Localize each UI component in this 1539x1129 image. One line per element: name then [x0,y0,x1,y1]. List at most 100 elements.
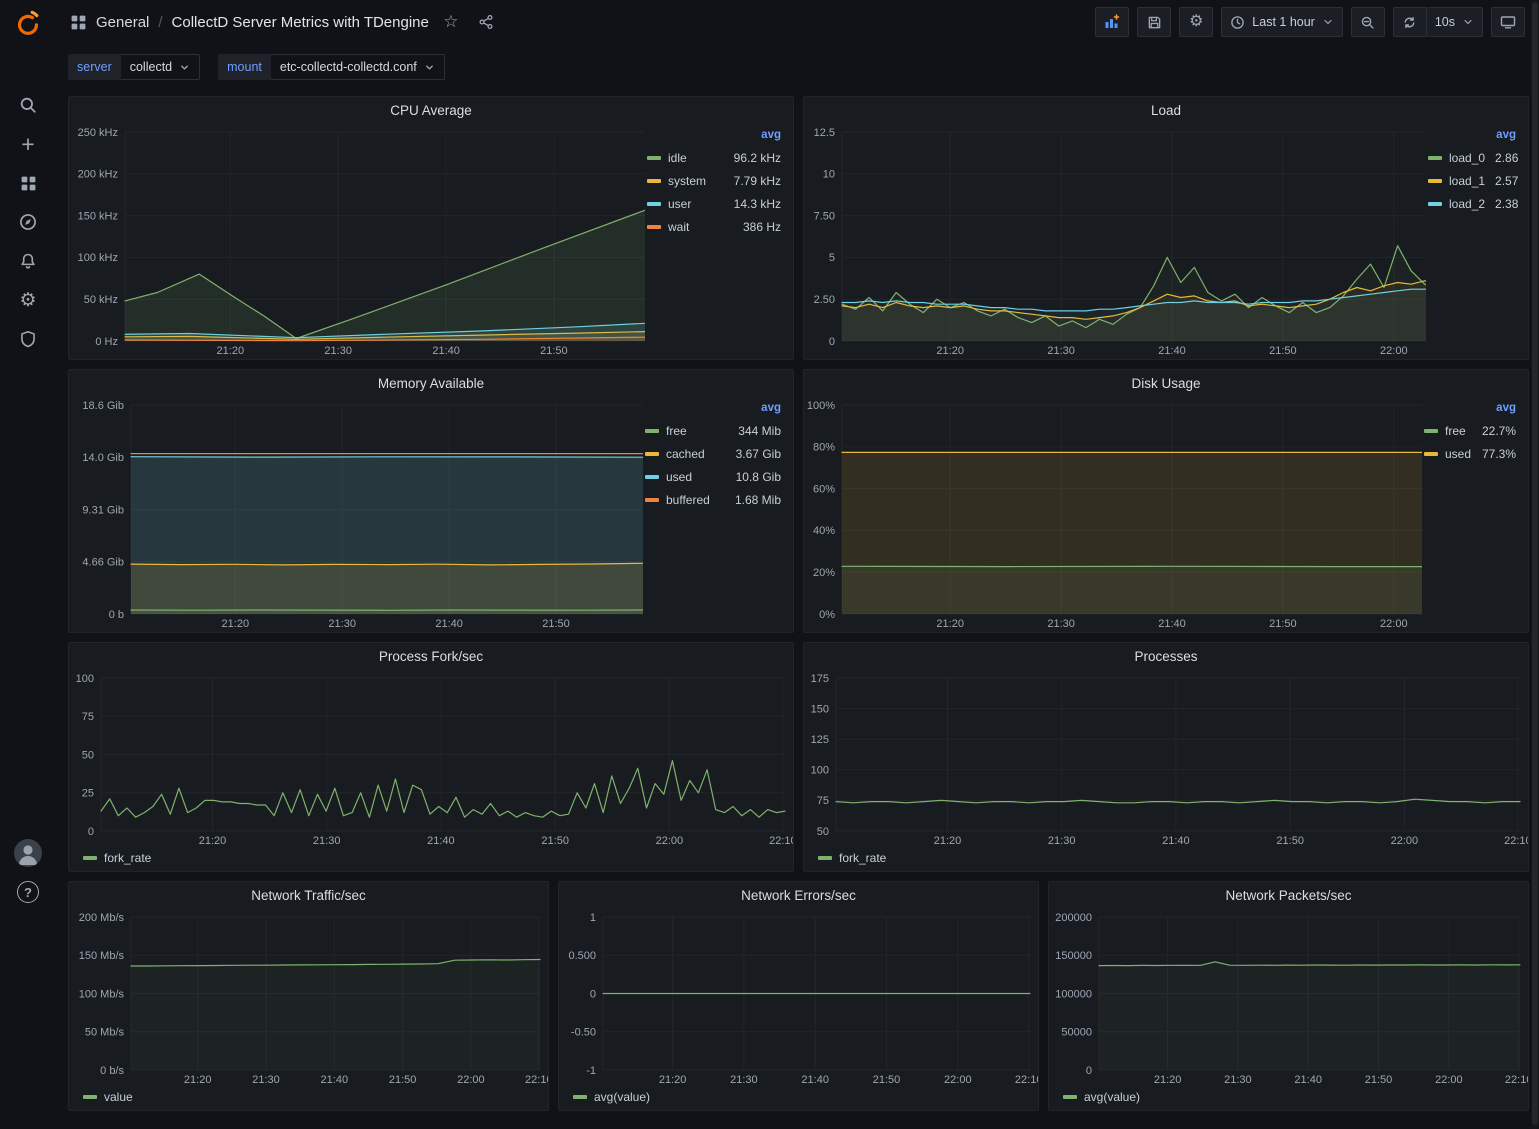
panel-title[interactable]: Network Traffic/sec [69,882,548,908]
legend-item-load_2[interactable]: load_22.38 [1428,192,1516,215]
series-name: fork_rate [104,851,151,865]
sidebar-item-create[interactable]: + [6,126,50,162]
share-dashboard-button[interactable] [473,9,499,35]
load-chart[interactable]: 02.5057.501012.521:2021:3021:4021:5022:0… [804,123,1426,359]
template-variables: server collectd mount etc-collectd-colle… [56,44,1539,88]
legend-avg-header[interactable]: avg [1428,126,1516,146]
variable-server-value[interactable]: collectd [121,54,200,80]
memory-available-chart[interactable]: 0 b4.66 Gib9.31 Gib14.0 Gib18.6 Gib21:20… [69,396,643,632]
cpu-average-chart[interactable]: 0 Hz50 kHz100 kHz150 kHz200 kHz250 kHz21… [69,123,645,359]
legend-avg-header[interactable]: avg [647,126,781,146]
refresh-button[interactable] [1393,7,1427,37]
svg-text:22:00: 22:00 [1435,1074,1463,1086]
legend-avg-header[interactable]: avg [1424,399,1516,419]
panel-process-fork: Process Fork/sec 025507510021:2021:3021:… [68,642,794,872]
svg-text:22:10: 22:10 [1504,835,1528,847]
svg-text:21:50: 21:50 [540,345,568,357]
legend-item-idle[interactable]: idle96.2 kHz [647,146,781,169]
network-errors-chart[interactable]: -1-0.5000.500121:2021:3021:4021:5022:002… [559,908,1038,1088]
legend-item-avg(value)[interactable]: avg(value) [1063,1090,1140,1104]
sidebar-item-dashboards[interactable] [6,165,50,201]
panel-title[interactable]: Process Fork/sec [69,643,793,669]
disk-usage-chart[interactable]: 0%20%40%60%80%100%21:2021:3021:4021:5022… [804,396,1422,632]
panel-title[interactable]: Network Errors/sec [559,882,1038,908]
grafana-logo[interactable] [13,8,43,41]
legend-item-load_1[interactable]: load_12.57 [1428,169,1516,192]
legend-item-system[interactable]: system7.79 kHz [647,169,781,192]
sidebar: + [0,0,56,1129]
svg-text:22:10: 22:10 [1015,1074,1038,1086]
top-navbar: General / CollectD Server Metrics with T… [56,0,1539,44]
series-color-swatch [645,452,659,456]
variable-mount-value[interactable]: etc-collectd-collectd.conf [271,54,445,80]
legend-item-avg(value)[interactable]: avg(value) [573,1090,650,1104]
variable-server[interactable]: server collectd [68,54,200,80]
compass-icon [19,213,37,231]
series-avg-value: 2.38 [1485,197,1518,211]
svg-text:21:50: 21:50 [1269,618,1297,630]
panel-title[interactable]: Disk Usage [804,370,1528,396]
panel-title[interactable]: Load [804,97,1528,123]
sidebar-item-configuration[interactable]: ⚙ [6,282,50,318]
svg-text:21:20: 21:20 [199,835,227,847]
process-fork-chart[interactable]: 025507510021:2021:3021:4021:5022:0022:10 [69,669,793,849]
legend-item-fork_rate[interactable]: fork_rate [83,851,151,865]
svg-text:100 Mb/s: 100 Mb/s [79,988,125,1000]
scrollbar[interactable] [1531,0,1539,1129]
legend-item-fork_rate[interactable]: fork_rate [818,851,886,865]
sidebar-item-help[interactable]: ? [6,881,50,903]
panel-title[interactable]: Processes [804,643,1528,669]
network-packets-chart[interactable]: 05000010000015000020000021:2021:3021:402… [1049,908,1528,1088]
sidebar-item-server-admin[interactable] [6,321,50,357]
refresh-interval-dropdown[interactable]: 10s [1427,7,1483,37]
save-dashboard-button[interactable] [1137,7,1171,37]
legend-item-value[interactable]: value [83,1090,133,1104]
legend-item-used[interactable]: used10.8 Gib [645,465,781,488]
panel-title[interactable]: CPU Average [69,97,793,123]
zoom-out-button[interactable] [1351,7,1385,37]
series-name: used [1445,447,1472,461]
svg-text:21:50: 21:50 [873,1074,901,1086]
svg-text:100000: 100000 [1055,988,1092,1000]
legend-avg-header[interactable]: avg [645,399,781,419]
svg-text:2.50: 2.50 [814,294,835,306]
legend-item-user[interactable]: user14.3 kHz [647,192,781,215]
processes-legend: fork_rate [804,849,1528,871]
variable-mount[interactable]: mount etc-collectd-collectd.conf [218,54,445,80]
svg-text:0: 0 [88,826,94,838]
legend-item-free[interactable]: free344 Mib [645,419,781,442]
series-color-swatch [647,225,661,229]
svg-text:0: 0 [590,988,596,1000]
user-avatar[interactable] [13,838,43,871]
main-area: General / CollectD Server Metrics with T… [56,0,1539,1129]
add-panel-button[interactable] [1095,7,1129,37]
legend-item-load_0[interactable]: load_02.86 [1428,146,1516,169]
processes-chart[interactable]: 507510012515017521:2021:3021:4021:5022:0… [804,669,1528,849]
legend-item-wait[interactable]: wait386 Hz [647,215,781,238]
cycle-view-mode-button[interactable] [1491,7,1525,37]
legend-item-free[interactable]: free22.7% [1424,419,1516,442]
dashboard-settings-button[interactable]: ⚙ [1179,7,1213,37]
panel-load: Load 02.5057.501012.521:2021:3021:4021:5… [803,96,1529,360]
legend-item-used[interactable]: used77.3% [1424,442,1516,465]
panel-title[interactable]: Network Packets/sec [1049,882,1528,908]
svg-text:0.500: 0.500 [568,950,596,962]
network-traffic-chart[interactable]: 0 b/s50 Mb/s100 Mb/s150 Mb/s200 Mb/s21:2… [69,908,548,1088]
sidebar-item-explore[interactable] [6,204,50,240]
svg-text:21:50: 21:50 [1365,1074,1393,1086]
series-color-swatch [573,1095,587,1099]
legend-item-buffered[interactable]: buffered1.68 Mib [645,488,781,511]
panel-title[interactable]: Memory Available [69,370,793,396]
legend-item-cached[interactable]: cached3.67 Gib [645,442,781,465]
breadcrumb-folder[interactable]: General [96,14,149,31]
chevron-down-icon [1462,16,1474,28]
svg-text:50000: 50000 [1061,1027,1092,1039]
time-range-picker[interactable]: Last 1 hour [1221,7,1343,37]
star-dashboard-button[interactable]: ☆ [438,9,464,35]
scrollbar-thumb[interactable] [1532,2,1538,1125]
variable-server-label: server [68,54,121,80]
svg-text:21:20: 21:20 [1154,1074,1182,1086]
sidebar-item-search[interactable] [6,87,50,123]
chart-canvas: 025507510021:2021:3021:4021:5022:0022:10 [69,669,793,849]
sidebar-item-alerting[interactable] [6,243,50,279]
